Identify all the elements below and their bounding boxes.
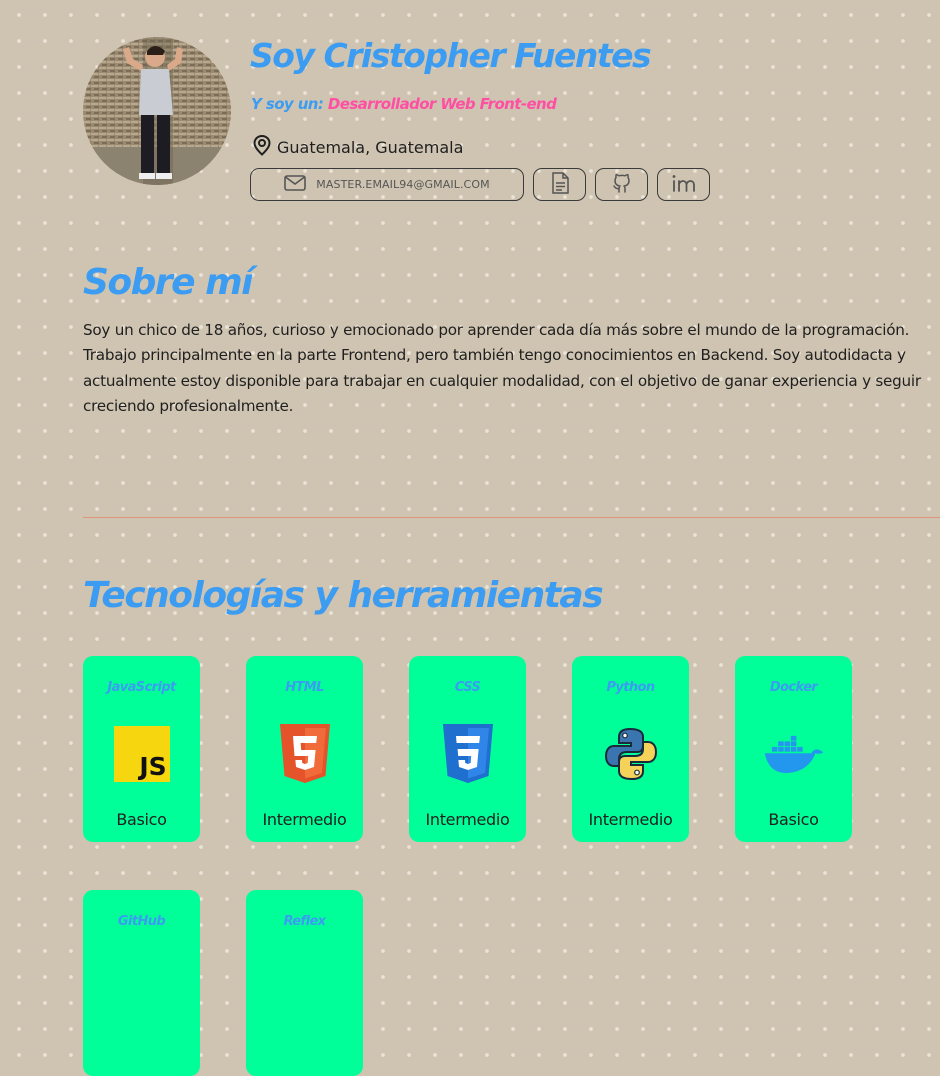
tech-name: JavaScript xyxy=(107,680,176,695)
tech-level: Intermedio xyxy=(262,810,347,829)
mail-icon xyxy=(284,174,307,195)
tech-card-python[interactable]: Python Intermedio xyxy=(572,656,689,842)
tech-name: HTML xyxy=(285,680,324,695)
profile-role: Y soy un: Desarrollador Web Front-end xyxy=(251,95,557,113)
location-pin-icon xyxy=(252,134,272,160)
docker-icon xyxy=(764,724,824,784)
profile-location: Guatemala, Guatemala xyxy=(252,134,463,160)
github-button[interactable] xyxy=(595,168,648,201)
tech-card-css[interactable]: CSS Intermedio xyxy=(409,656,526,842)
about-text: Soy un chico de 18 años, curioso y emoci… xyxy=(83,321,921,415)
document-icon xyxy=(551,171,569,198)
tech-level: Intermedio xyxy=(588,810,673,829)
css3-icon xyxy=(438,724,498,784)
role-value: Desarrollador Web Front-end xyxy=(327,95,557,113)
tech-name: CSS xyxy=(454,680,481,695)
tech-name: GitHub xyxy=(117,914,166,929)
email-text: MASTER.EMAIL94@GMAIL.COM xyxy=(316,178,490,191)
tech-card-javascript[interactable]: JavaScript JS Basico xyxy=(83,656,200,842)
tech-heading: Tecnologías y herramientas xyxy=(83,575,604,616)
role-label: Y soy un: xyxy=(251,95,324,113)
tech-level: Basico xyxy=(768,810,819,829)
profile-name: Soy Cristopher Fuentes xyxy=(250,36,652,75)
github-icon xyxy=(610,171,634,199)
tech-name: Docker xyxy=(769,680,818,695)
email-button[interactable]: MASTER.EMAIL94@GMAIL.COM xyxy=(250,168,524,201)
about-heading: Sobre mí xyxy=(83,262,253,303)
profile-avatar xyxy=(83,37,231,185)
tech-name: Reflex xyxy=(283,914,327,929)
linkedin-button[interactable] xyxy=(657,168,710,201)
section-divider xyxy=(83,517,940,518)
tech-name: Python xyxy=(606,680,655,695)
html5-icon xyxy=(275,724,335,784)
tech-level: Intermedio xyxy=(425,810,510,829)
python-icon xyxy=(601,724,661,784)
tech-card-html[interactable]: HTML Intermedio xyxy=(246,656,363,842)
linkedin-icon xyxy=(670,172,698,198)
tech-card-reflex[interactable]: Reflex xyxy=(246,890,363,1076)
contact-links: MASTER.EMAIL94@GMAIL.COM xyxy=(250,168,710,201)
svg-text:JS: JS xyxy=(137,752,166,781)
tech-card-github[interactable]: GitHub xyxy=(83,890,200,1076)
tech-level: Basico xyxy=(116,810,167,829)
javascript-icon: JS xyxy=(112,724,172,784)
resume-button[interactable] xyxy=(533,168,586,201)
tech-card-docker[interactable]: Docker Basico xyxy=(735,656,852,842)
location-text: Guatemala, Guatemala xyxy=(277,137,464,157)
